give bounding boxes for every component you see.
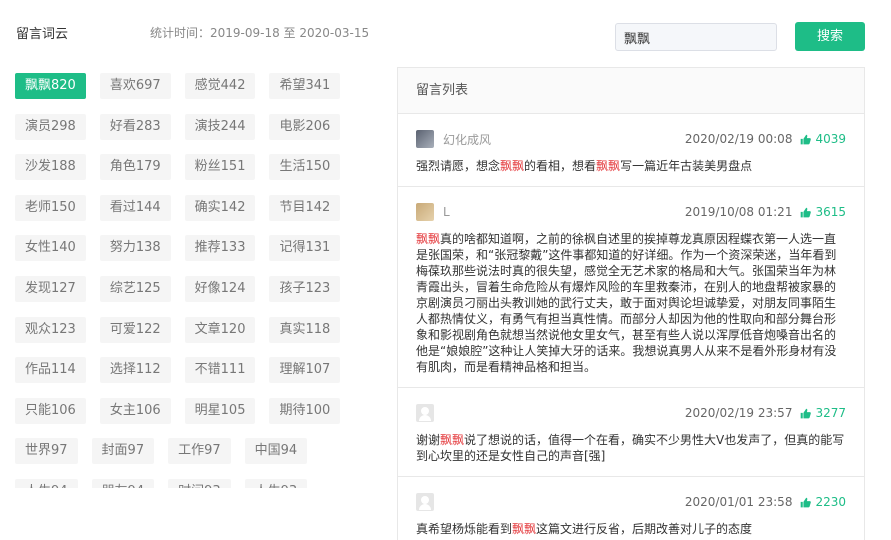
word-tag[interactable]: 粉丝151 [184,154,256,181]
word-tag[interactable]: 期待100 [269,397,341,424]
thumbs-up-icon [801,207,812,217]
comment-username: 幻化成风 [443,132,492,147]
word-tag[interactable]: 孩子123 [269,275,341,302]
word-tag[interactable]: 女性140 [15,235,86,262]
like-count[interactable]: 3615 [800,205,846,219]
word-tag[interactable]: 真实118 [269,316,341,343]
word-tag[interactable]: 喜欢697 [99,73,171,99]
comment-text-segment: 说了想说的话，值得一个在看，确实不少男性大V也发声了，但真的能写到心坎里的还是女… [416,433,845,463]
word-tag[interactable]: 时间93 [168,478,231,488]
comment-time: 2019/10/08 01:21 [684,205,793,219]
comment-text-segment: 的看相，想看 [524,159,597,173]
comment-list: 幻化成风 2020/02/19 00:08 4039 强烈请愿，想念飘飘的看相，想看飘… [398,114,864,540]
avatar [416,493,434,511]
word-tag[interactable]: 人生93 [244,478,308,488]
comment-text: 飘飘真的啥都知道啊，之前的徐枫自述里的挨掉尊龙真原因程蝶衣第一人选一直是张国荣，… [416,231,846,375]
comment-text: 谢谢飘飘说了想说的话，值得一个在看，确实不少男性大V也发声了，但真的能写到心坎里… [416,432,846,464]
comment-item: 幻化成风 2020/02/19 00:08 4039 强烈请愿，想念飘飘的看相，想看飘… [398,114,864,187]
word-tag[interactable]: 生活150 [269,154,341,181]
keyword-highlight: 飘飘 [500,159,525,173]
word-tag[interactable]: 希望341 [269,73,341,99]
comment-time: 2020/02/19 00:08 [684,132,793,146]
comments-panel: 留言列表 幻化成风 2020/02/19 00:08 4039 强烈请愿，想念飘飘的看… [397,67,865,540]
thumbs-up-icon [801,408,812,418]
word-tag[interactable]: 节目142 [269,194,341,221]
comments-panel-title: 留言列表 [398,68,864,114]
comment-text: 强烈请愿，想念飘飘的看相，想看飘飘写一篇近年古装美男盘点 [416,158,846,174]
page-title: 留言词云 [16,27,69,42]
like-count[interactable]: 3277 [800,406,846,420]
word-tag[interactable]: 文章120 [184,316,256,343]
word-tag[interactable]: 记得131 [269,235,341,262]
comment-text-segment: 谢谢 [416,433,441,447]
comment-header: 幻化成风 2020/02/19 00:08 4039 [416,128,846,150]
comment-text-segment: 写一篇近年古装美男盘点 [620,159,753,173]
comment-username: L [443,205,450,219]
word-tag[interactable]: 世界97 [15,438,78,465]
like-count-value: 3277 [815,406,846,420]
keyword-highlight: 飘飘 [416,232,441,246]
word-tag[interactable]: 理解107 [269,357,341,384]
word-tag[interactable]: 好看283 [99,113,171,140]
word-tag[interactable]: 沙发188 [15,154,86,181]
word-tag[interactable]: 选择112 [99,357,171,384]
comment-item: 2020/01/01 23:58 2230 真希望杨烁能看到飘飘这篇文进行反省，后期… [398,477,864,540]
word-tag[interactable]: 角色179 [99,154,171,181]
comment-text-segment: 真希望杨烁能看到 [416,522,513,536]
like-count[interactable]: 4039 [800,132,846,146]
word-tag[interactable]: 演员298 [15,113,86,140]
comment-header: 2020/01/01 23:58 2230 [416,491,846,513]
comment-time: 2020/01/01 23:58 [684,495,793,509]
comment-header: L 2019/10/08 01:21 3615 [416,201,846,223]
word-tag[interactable]: 作品114 [15,357,86,384]
keyword-highlight: 飘飘 [512,522,537,536]
word-tag[interactable]: 演技244 [184,113,256,140]
word-tag[interactable]: 确实142 [184,194,256,221]
word-tag[interactable]: 感觉442 [184,73,256,99]
word-tag[interactable]: 好像124 [184,275,256,302]
word-tag[interactable]: 中国94 [244,438,308,465]
word-tag[interactable]: 不错111 [184,357,256,384]
avatar [416,404,434,422]
word-tag-active[interactable]: 飘飘820 [15,73,86,99]
word-tag[interactable]: 老师150 [15,194,86,221]
like-count-value: 3615 [815,205,846,219]
avatar [416,203,434,221]
word-tag[interactable]: 看过144 [99,194,171,221]
word-tag[interactable]: 女主106 [99,397,171,424]
avatar [416,130,434,148]
comment-text-segment: 强烈请愿，想念 [416,159,501,173]
comment-time: 2020/02/19 23:57 [684,406,793,420]
word-tag[interactable]: 推荐133 [184,235,256,262]
word-tag[interactable]: 观众123 [15,316,86,343]
like-count[interactable]: 2230 [800,495,846,509]
word-tag[interactable]: 封面97 [91,438,155,465]
word-tag-cloud: 飘飘820 喜欢697 感觉442 希望341 演员298 好看283 演技244 电影206… [15,73,385,488]
keyword-highlight: 飘飘 [440,433,465,447]
keyword-highlight: 飘飘 [596,159,621,173]
thumbs-up-icon [801,497,812,507]
search-button[interactable]: 搜索 [795,22,865,51]
thumbs-up-icon [801,134,812,144]
word-tag[interactable]: 工作97 [168,438,231,465]
word-tag[interactable]: 只能106 [15,397,86,424]
comment-item: 2020/02/19 23:57 3277 谢谢飘飘说了想说的话，值得一个在看，确实… [398,388,864,477]
word-tag[interactable]: 可爱122 [99,316,171,343]
word-tag[interactable]: 发现127 [15,275,86,302]
word-tag[interactable]: 明星105 [184,397,256,424]
comment-text-segment: 这篇文进行反省，后期改善对儿子的态度 [536,522,753,536]
stat-period: 统计时间：2019-09-18 至 2020-03-15 [150,26,370,40]
search-input[interactable] [615,23,777,51]
like-count-value: 4039 [815,132,846,146]
word-tag[interactable]: 朋友94 [91,478,155,488]
word-tag[interactable]: 电影206 [269,113,341,140]
comment-text: 真希望杨烁能看到飘飘这篇文进行反省，后期改善对儿子的态度 [416,521,846,537]
word-tag[interactable]: 人生94 [15,478,78,488]
word-tag[interactable]: 努力138 [99,235,171,262]
like-count-value: 2230 [815,495,846,509]
comment-header: 2020/02/19 23:57 3277 [416,402,846,424]
word-tag[interactable]: 综艺125 [99,275,171,302]
comment-item: L 2019/10/08 01:21 3615 飘飘真的啥都知道啊，之前的徐枫自述里的… [398,187,864,388]
comment-text-segment: 真的啥都知道啊，之前的徐枫自述里的挨掉尊龙真原因程蝶衣第一人选一直是张国荣，和“… [416,232,837,374]
